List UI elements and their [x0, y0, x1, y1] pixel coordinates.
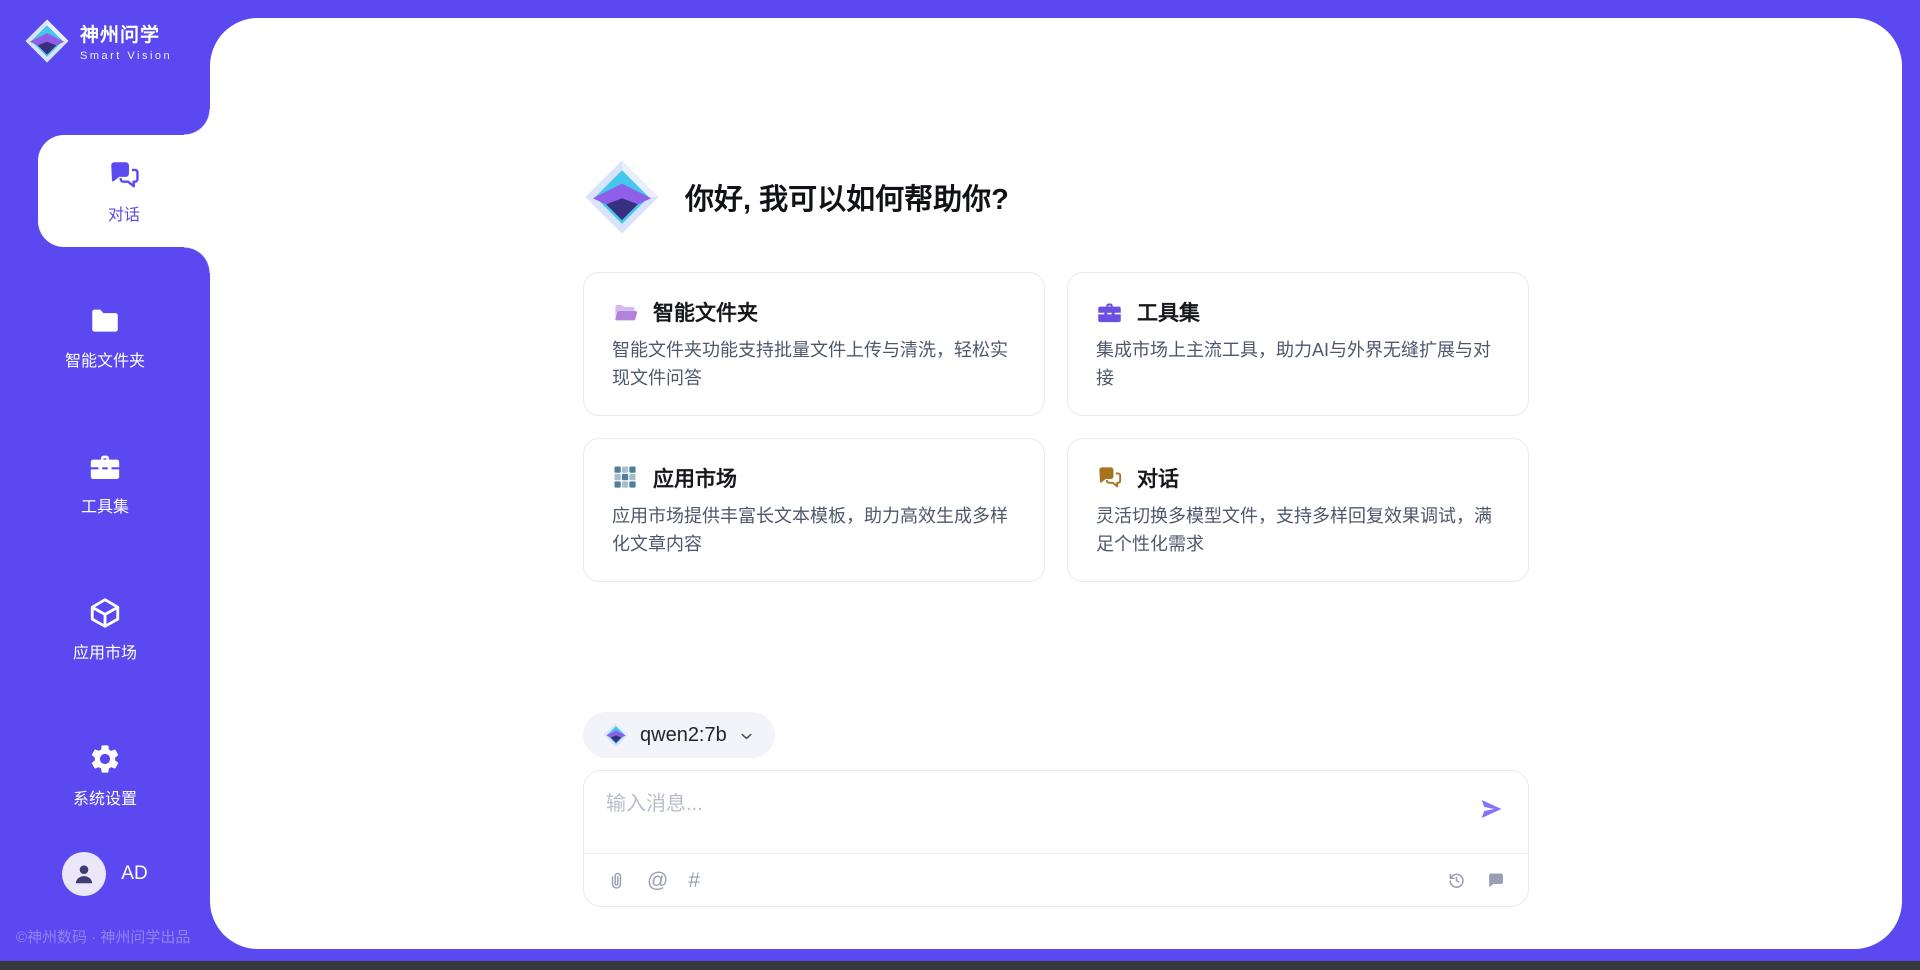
greeting-title: 你好, 我可以如何帮助你? — [685, 176, 1009, 218]
sidebar-spacer — [0, 831, 210, 852]
chat-bubble-icon[interactable] — [1485, 870, 1506, 891]
folder-open-icon — [612, 299, 639, 326]
sidebar-item-chat[interactable]: 对话 — [38, 135, 210, 247]
card-title: 应用市场 — [653, 463, 737, 493]
message-input[interactable] — [606, 788, 1448, 820]
greeting-diamond-icon — [583, 158, 661, 236]
sidebar-item-label: 工具集 — [81, 493, 129, 517]
sidebar-nav: 对话 智能文件夹 工具集 应用市场 系统设置 — [0, 135, 210, 831]
person-icon — [71, 861, 97, 887]
feature-cards: 智能文件夹 智能文件夹功能支持批量文件上传与清洗，轻松实现文件问答 工具集 集成… — [583, 272, 1529, 582]
paperclip-icon[interactable] — [606, 870, 627, 891]
card-title: 智能文件夹 — [653, 297, 758, 327]
composer-toolbar-right — [1446, 870, 1506, 891]
composer: qwen2:7b @ # — [583, 712, 1529, 949]
user-name: AD — [121, 863, 147, 885]
card-header: 工具集 — [1096, 297, 1500, 327]
card-header: 智能文件夹 — [612, 297, 1016, 327]
cube-icon — [88, 596, 122, 630]
brand-subtitle: Smart Vision — [80, 50, 172, 62]
model-name: qwen2:7b — [640, 724, 727, 747]
send-icon[interactable] — [1478, 796, 1504, 822]
brand-text: 神州问学 Smart Vision — [80, 20, 172, 62]
card-header: 应用市场 — [612, 463, 1016, 493]
brand-logo-diamond-icon — [24, 18, 70, 64]
sidebar: 神州问学 Smart Vision 对话 智能文件夹 工具集 应用市场 系统设置 — [0, 0, 210, 961]
hash-icon[interactable]: # — [688, 870, 700, 891]
at-mention-icon[interactable]: @ — [647, 870, 668, 891]
copyright-text: ©神州数码 · 神州问学出品 — [16, 926, 210, 947]
sidebar-item-label: 智能文件夹 — [65, 347, 145, 371]
brand-name: 神州问学 — [80, 20, 172, 47]
folder-icon — [88, 304, 122, 338]
chat-icon — [107, 158, 141, 192]
card-description: 应用市场提供丰富长文本模板，助力高效生成多样化文章内容 — [612, 502, 1016, 559]
model-selector[interactable]: qwen2:7b — [583, 712, 775, 758]
avatar — [62, 852, 106, 896]
card-title: 对话 — [1137, 463, 1179, 493]
sidebar-item-app-market[interactable]: 应用市场 — [0, 573, 210, 685]
grid-icon — [612, 464, 639, 491]
history-icon[interactable] — [1446, 870, 1467, 891]
gear-icon — [88, 742, 122, 776]
sidebar-item-smart-folder[interactable]: 智能文件夹 — [0, 281, 210, 393]
sidebar-item-toolset[interactable]: 工具集 — [0, 427, 210, 539]
sidebar-item-label: 对话 — [108, 201, 140, 225]
sidebar-item-system-settings[interactable]: 系统设置 — [0, 719, 210, 831]
composer-toolbar: @ # — [584, 853, 1528, 906]
card-app-market[interactable]: 应用市场 应用市场提供丰富长文本模板，助力高效生成多样化文章内容 — [583, 438, 1045, 582]
sidebar-item-label: 系统设置 — [73, 785, 137, 809]
model-diamond-icon — [603, 722, 629, 748]
card-smart-folder[interactable]: 智能文件夹 智能文件夹功能支持批量文件上传与清洗，轻松实现文件问答 — [583, 272, 1045, 416]
sidebar-item-label: 应用市场 — [73, 639, 137, 663]
main-panel: 你好, 我可以如何帮助你? 智能文件夹 智能文件夹功能支持批量文件上传与清洗，轻… — [210, 18, 1902, 949]
card-description: 灵活切换多模型文件，支持多样回复效果调试，满足个性化需求 — [1096, 502, 1500, 559]
card-toolset[interactable]: 工具集 集成市场上主流工具，助力AI与外界无缝扩展与对接 — [1067, 272, 1529, 416]
toolbox-icon — [1096, 299, 1123, 326]
card-chat[interactable]: 对话 灵活切换多模型文件，支持多样回复效果调试，满足个性化需求 — [1067, 438, 1529, 582]
app-root: { "brand": { "name": "神州问学", "subtitle":… — [0, 0, 1920, 970]
card-header: 对话 — [1096, 463, 1500, 493]
user-profile[interactable]: AD — [0, 852, 210, 896]
chat-icon — [1096, 464, 1123, 491]
main-content: 你好, 我可以如何帮助你? 智能文件夹 智能文件夹功能支持批量文件上传与清洗，轻… — [583, 18, 1529, 949]
card-description: 集成市场上主流工具，助力AI与外界无缝扩展与对接 — [1096, 336, 1500, 393]
card-description: 智能文件夹功能支持批量文件上传与清洗，轻松实现文件问答 — [612, 336, 1016, 393]
card-title: 工具集 — [1137, 297, 1200, 327]
toolbox-icon — [88, 450, 122, 484]
brand: 神州问学 Smart Vision — [24, 18, 210, 64]
window-bottom-edge — [0, 961, 1920, 970]
message-input-box: @ # — [583, 770, 1529, 907]
chevron-down-icon — [738, 728, 755, 745]
greeting: 你好, 我可以如何帮助你? — [583, 158, 1529, 236]
